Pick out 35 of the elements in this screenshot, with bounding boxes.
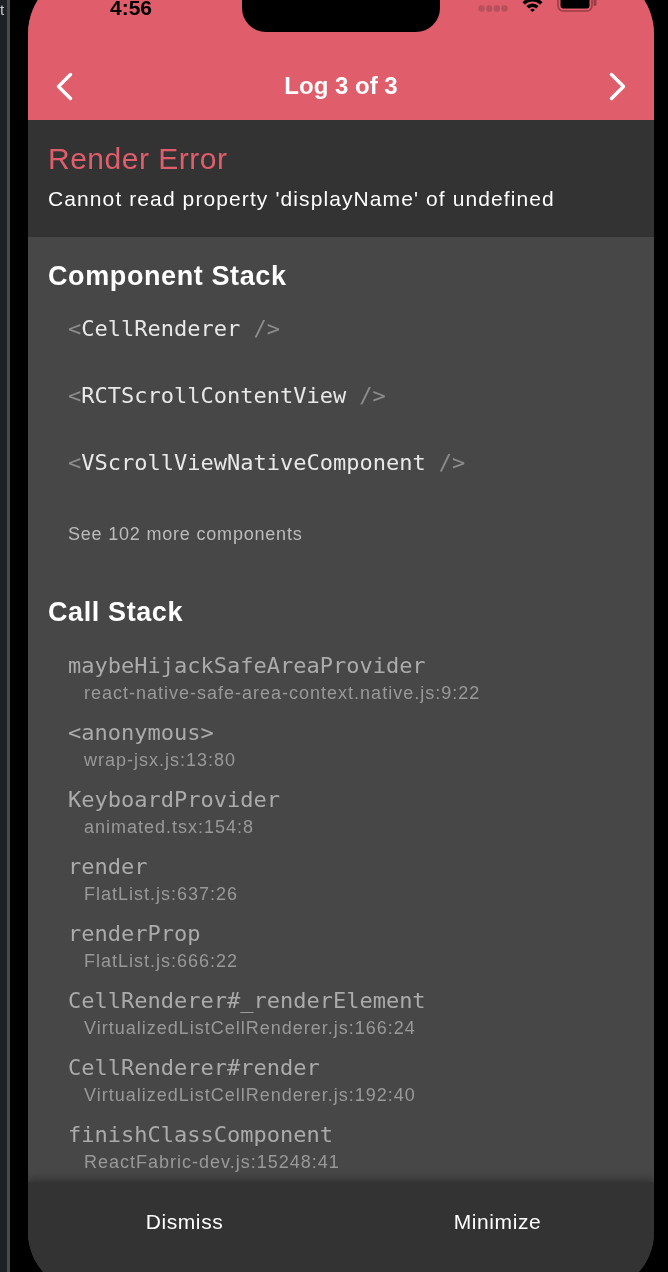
wifi-icon (521, 0, 543, 12)
frame-location: VirtualizedListCellRenderer.js:166:24 (84, 1017, 416, 1039)
frame-location: ReactFabric-dev.js:15248:41 (84, 1151, 340, 1173)
frame-method: KeyboardProvider (68, 787, 280, 813)
signal-dots-icon (477, 5, 508, 12)
frame-method: CellRenderer#_renderElement (68, 988, 426, 1014)
component-name: <VScrollViewNativeComponent /> (68, 449, 466, 477)
error-title: Render Error (48, 142, 228, 176)
see-more-link[interactable]: See 102 more components (68, 523, 303, 545)
frame-location: wrap-jsx.js:13:80 (84, 749, 237, 771)
frame-method: render (68, 854, 148, 880)
section-title: Component Stack (48, 260, 287, 293)
editor-text: t (0, 2, 6, 18)
section-title: Call Stack (48, 596, 184, 629)
next-log-button[interactable] (609, 71, 626, 101)
previous-log-button[interactable] (56, 71, 73, 101)
error-message: Cannot read property 'displayName' of undefined (48, 187, 555, 211)
frame-location: animated.tsx:154:8 (84, 816, 255, 838)
frame-method: maybeHijackSafeAreaProvider (68, 653, 426, 679)
chevron-left-icon (56, 71, 73, 101)
dismiss-button[interactable]: Dismiss (137, 1200, 232, 1244)
chevron-right-icon (609, 71, 626, 101)
frame-method: CellRenderer#render (68, 1055, 320, 1081)
log-title: Log 3 of 3 (284, 71, 398, 101)
frame-method: <anonymous> (68, 720, 214, 746)
frame-method: renderProp (68, 921, 201, 947)
frame-method: finishClassComponent (68, 1122, 333, 1148)
component-name: <CellRenderer /> (68, 315, 280, 343)
frame-location: FlatList.js:637:26 (84, 883, 239, 905)
frame-location: react-native-safe-area-context.native.js:9:22 (84, 682, 481, 704)
frame-location: FlatList.js:666:22 (84, 950, 239, 972)
minimize-button[interactable]: Minimize (445, 1200, 550, 1244)
component-name: <RCTScrollContentView /> (68, 382, 386, 410)
status-time: 4:56 (110, 0, 152, 18)
frame-location: VirtualizedListCellRenderer.js:192:40 (84, 1084, 416, 1106)
